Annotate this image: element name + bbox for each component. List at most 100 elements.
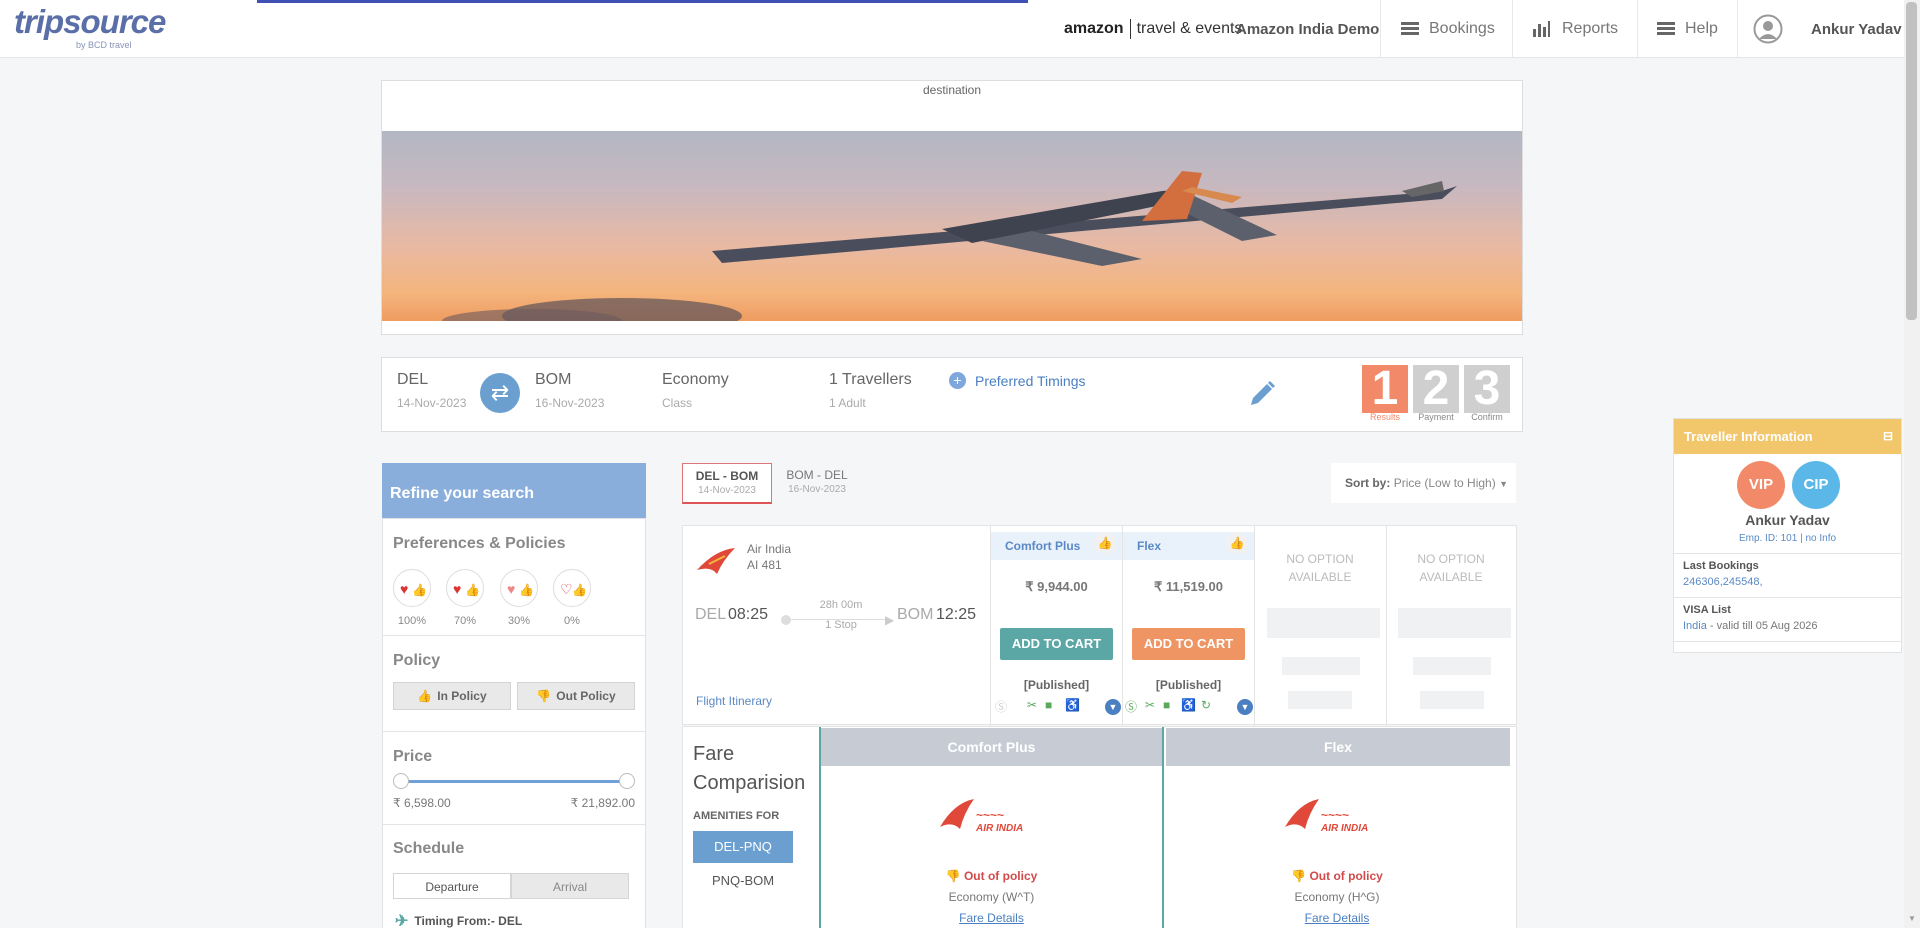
pencil-icon — [1251, 381, 1275, 405]
visa-list-label: VISA List — [1683, 604, 1731, 616]
in-policy-button[interactable]: 👍 In Policy — [393, 682, 511, 710]
fare-type: [Published] — [1023, 678, 1090, 692]
origin-field[interactable]: DEL 14-Nov-2023 — [397, 358, 466, 410]
sort-dropdown[interactable]: Sort by: Price (Low to High) ▼ — [1331, 463, 1516, 503]
route-start-dot — [781, 615, 791, 625]
section-divider — [383, 635, 645, 636]
compare-col-flex: Flex ~~~~ AIR INDIA 👎 Out of policy Econo… — [1164, 727, 1510, 928]
plane-icon: ✈ — [395, 913, 409, 928]
timing-from: ✈ Timing From:- DEL — [395, 911, 522, 928]
menu-icon — [1401, 22, 1419, 36]
heart-partial-icon: ♥ — [507, 581, 516, 597]
step-payment: 2 — [1413, 365, 1459, 413]
travellers-count: 1 Travellers — [829, 371, 912, 388]
swap-icon[interactable]: ⇄ — [480, 373, 520, 413]
edit-search-icon[interactable] — [1247, 379, 1277, 412]
add-to-cart-button[interactable]: ADD TO CART — [1132, 628, 1245, 660]
heart-mostly-icon: ♥ — [453, 581, 462, 597]
flight-itinerary-link[interactable]: Flight Itinerary — [696, 694, 772, 708]
visa-validity: - valid till 05 Aug 2026 — [1706, 620, 1818, 632]
no-option-available: NO OPTION AVAILABLE — [1286, 552, 1354, 584]
placeholder-block — [1282, 657, 1360, 675]
thumbs-down-icon: 👎 — [945, 869, 964, 883]
out-of-policy: 👎 Out of policy — [821, 869, 1162, 883]
price-slider-track[interactable] — [403, 780, 627, 783]
refund-icon: Ⓢ — [1125, 700, 1138, 714]
fare-comparison-title: Fare — [693, 743, 735, 765]
last-bookings-value[interactable]: 246306,245548, — [1683, 576, 1763, 588]
thumbs-up-icon: 👍 — [465, 583, 480, 597]
nav-reports[interactable]: Reports — [1532, 0, 1618, 58]
price-slider-min-handle[interactable] — [393, 773, 409, 789]
add-to-cart-button[interactable]: ADD TO CART — [1000, 628, 1113, 660]
air-india-logo: ~~~~AIR INDIA — [939, 799, 1023, 834]
svg-text:~~~~: ~~~~ — [1321, 808, 1349, 822]
thumbs-up-icon: 👍 — [1094, 532, 1116, 554]
trip-date: 16-Nov-2023 — [788, 484, 846, 495]
nav-divider — [1637, 0, 1638, 58]
section-divider — [383, 824, 645, 825]
compare-col-comfort-plus: Comfort Plus ~~~~ AIR INDIA 👎 Out of poli… — [819, 727, 1164, 928]
segment-tab-del-pnq[interactable]: DEL-PNQ — [693, 831, 793, 863]
airplane-image — [382, 131, 1522, 321]
flight-stops[interactable]: 1 Stop — [791, 619, 891, 631]
trip-route: DEL - BOM — [695, 469, 759, 483]
trip-tab-outbound[interactable]: DEL - BOM 14-Nov-2023 — [682, 463, 772, 504]
thumbs-down-icon: 👎 — [536, 689, 552, 703]
amazon-travel-logo: amazon travel & events — [1064, 0, 1242, 58]
fare-comparison: Fare Comparision AMENITIES FOR DEL-PNQ P… — [682, 726, 1517, 928]
expand-amenities-icon[interactable]: ▼ — [1237, 699, 1253, 715]
expand-amenities-icon[interactable]: ▼ — [1105, 699, 1121, 715]
amazon-wordmark: amazon — [1064, 20, 1124, 37]
cabin-class: Economy (H^G) — [1294, 890, 1380, 904]
scrollbar-thumb[interactable] — [1906, 2, 1917, 320]
nav-divider — [1512, 0, 1513, 58]
plus-icon: + — [949, 372, 966, 389]
pref-filter-70[interactable]: ♥ 👍 — [446, 569, 484, 607]
destination-label: destination — [922, 83, 982, 97]
search-summary-bar: DEL 14-Nov-2023 ⇄ BOM 16-Nov-2023 Econom… — [381, 357, 1523, 432]
policy-status: Out of policy — [1309, 869, 1383, 883]
trip-tab-return[interactable]: BOM - DEL 16-Nov-2023 — [772, 463, 862, 504]
travellers-field[interactable]: 1 Travellers 1 Adult — [829, 358, 912, 410]
brand-separator — [1129, 19, 1131, 39]
pref-pct: 100% — [397, 615, 427, 627]
departure-tab[interactable]: Departure — [393, 873, 511, 899]
user-name: Ankur Yadav — [1811, 20, 1902, 38]
price-max: ₹ 21,892.00 — [570, 796, 635, 810]
heart-empty-icon: ♡ — [560, 581, 573, 597]
destination-field[interactable]: BOM 16-Nov-2023 — [535, 358, 604, 410]
tripsource-logo[interactable]: tripsource by BCD travel — [14, 4, 166, 51]
fare-amenities: Ⓢ ✂ ■ ♿ ↻ ▼ — [1123, 698, 1254, 716]
pref-filter-0[interactable]: ♡ 👍 — [553, 569, 591, 607]
arrival-tab[interactable]: Arrival — [511, 873, 629, 899]
travellers-sub: 1 Adult — [829, 396, 866, 410]
step-confirm: 3 — [1464, 365, 1510, 413]
class-field[interactable]: Economy Class — [662, 358, 729, 410]
price-slider-max-handle[interactable] — [619, 773, 635, 789]
out-policy-button[interactable]: 👎 Out Policy — [517, 682, 635, 710]
air-india-logo: ~~~~AIR INDIA — [1285, 799, 1368, 834]
meal-icon: ✂ — [1027, 698, 1038, 712]
scroll-down-icon[interactable]: ▼ — [1908, 914, 1916, 923]
preferred-timings-link[interactable]: + Preferred Timings — [949, 372, 1085, 389]
nav-help[interactable]: Help — [1657, 0, 1718, 58]
fare-details-link[interactable]: Fare Details — [1164, 911, 1510, 925]
price-title: Price — [393, 748, 433, 765]
dep-code: DEL — [695, 606, 727, 623]
nav-reports-label: Reports — [1562, 20, 1619, 37]
pref-filter-30[interactable]: ♥ 👍 — [500, 569, 538, 607]
collapse-icon[interactable]: ⊟ — [1883, 419, 1893, 454]
bar-chart-icon — [1533, 21, 1550, 37]
fare-details-link[interactable]: Fare Details — [821, 911, 1162, 925]
nav-bookings[interactable]: Bookings — [1401, 0, 1495, 58]
pref-pct: 30% — [507, 615, 531, 627]
menu-icon — [1657, 22, 1675, 36]
nav-divider — [1380, 0, 1381, 58]
segment-tab-pnq-bom[interactable]: PNQ-BOM — [693, 865, 793, 897]
air-india-logo-icon — [697, 548, 735, 574]
amenities-for-label: AMENITIES FOR — [693, 810, 780, 822]
step-payment-label: Payment — [1418, 412, 1454, 422]
pref-filter-100[interactable]: ♥ 👍 — [393, 569, 431, 607]
user-menu[interactable]: Ankur Yadav — [1753, 0, 1902, 58]
